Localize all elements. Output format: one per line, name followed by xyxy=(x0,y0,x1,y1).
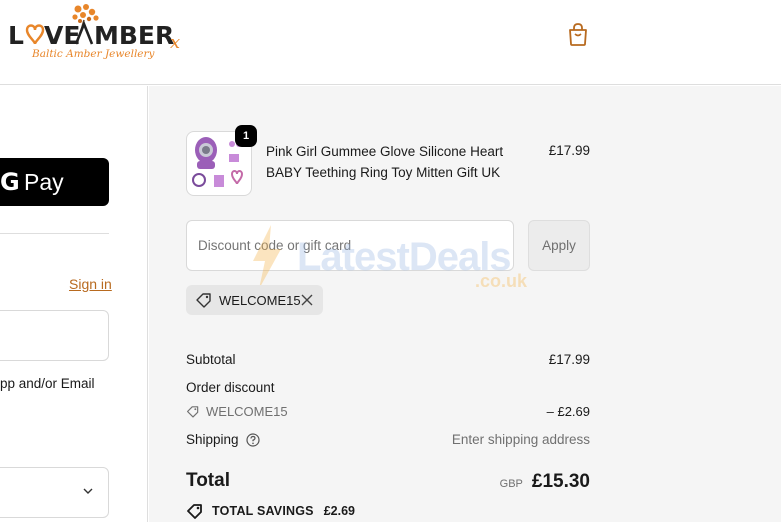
savings-tag-icon xyxy=(187,504,202,519)
brand-logo[interactable]: L VE MBER x Baltic Amber Jewellery xyxy=(6,2,188,62)
applied-code-label: WELCOME15 xyxy=(219,292,301,308)
country-select[interactable] xyxy=(0,467,109,518)
checkout-form-panel: G Pay Sign in pp and/or Email xyxy=(0,86,148,522)
shipping-label: Shipping xyxy=(186,432,239,447)
tag-icon xyxy=(196,293,211,308)
svg-text:Baltic Amber Jewellery: Baltic Amber Jewellery xyxy=(31,48,156,60)
divider xyxy=(0,233,109,234)
total-savings-value: £2.69 xyxy=(323,504,355,518)
subtotal-label: Subtotal xyxy=(186,352,236,367)
chevron-down-icon xyxy=(83,488,93,494)
help-icon[interactable] xyxy=(245,432,260,447)
total-value: £15.30 xyxy=(531,471,590,492)
svg-text:MBER: MBER xyxy=(94,21,174,50)
product-title: Pink Girl Gummee Glove Silicone Heart BA… xyxy=(266,144,504,180)
product-price: £17.99 xyxy=(548,143,590,158)
quantity-badge: 1 xyxy=(235,125,257,147)
order-discount-label: Order discount xyxy=(186,380,275,395)
total-row: Total GBP £15.30 xyxy=(186,470,590,492)
discount-code-input[interactable] xyxy=(186,220,514,271)
shopping-bag-icon[interactable] xyxy=(565,20,591,48)
total-savings-label: TOTAL SAVINGS xyxy=(212,504,314,518)
svg-text:L: L xyxy=(8,21,24,50)
marketing-consent-label: pp and/or Email xyxy=(0,376,95,391)
discount-line-row: WELCOME15 – £2.69 xyxy=(186,404,590,421)
order-discount-row: Order discount xyxy=(186,380,590,395)
currency-code: GBP xyxy=(499,478,523,490)
applied-discount-tag: WELCOME15 xyxy=(186,285,323,315)
remove-discount-icon[interactable] xyxy=(300,293,314,307)
subtotal-row: Subtotal £17.99 xyxy=(186,352,590,367)
google-g-icon: G xyxy=(0,168,20,196)
gpay-label: Pay xyxy=(24,168,64,195)
email-field[interactable] xyxy=(0,310,109,361)
svg-text:VE: VE xyxy=(44,21,80,50)
sign-in-link[interactable]: Sign in xyxy=(69,276,112,292)
total-label: Total xyxy=(186,470,230,491)
svg-text:x: x xyxy=(170,32,180,53)
tag-icon xyxy=(186,406,199,418)
shipping-row: Shipping Enter shipping address xyxy=(186,432,590,447)
apply-discount-button[interactable]: Apply xyxy=(528,220,590,271)
site-header: L VE MBER x Baltic Amber Jewellery xyxy=(0,0,781,85)
shipping-value: Enter shipping address xyxy=(451,432,590,447)
google-pay-button[interactable]: G Pay xyxy=(0,158,109,206)
discount-code-label: WELCOME15 xyxy=(206,404,288,419)
watermark-suffix: .co.uk xyxy=(475,271,528,291)
discount-value: – £2.69 xyxy=(546,404,590,419)
subtotal-value: £17.99 xyxy=(548,352,590,367)
order-summary-panel: 1 Pink Girl Gummee Glove Silicone Heart … xyxy=(149,86,781,522)
total-savings-row: TOTAL SAVINGS £2.69 xyxy=(186,503,590,519)
